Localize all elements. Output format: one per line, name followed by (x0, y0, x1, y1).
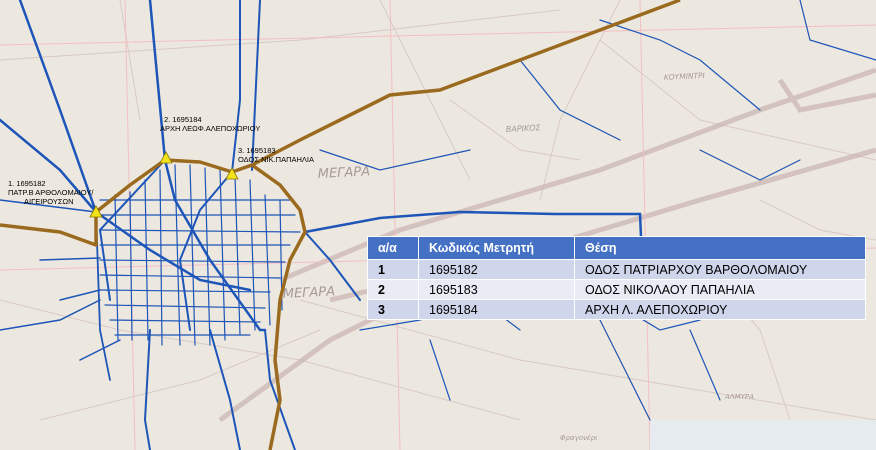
place-label-varikos: ΒΑΡΙΚΟΣ (506, 123, 542, 134)
meter-code: 1695183 (418, 279, 575, 300)
meter-label-line: ΠΑΤΡ.Β ΑΡΘΟΛΟΜΑΙΟΥ/ (8, 188, 94, 197)
meter-location: ΟΔΟΣ ΠΑΤΡΙΑΡΧΟΥ ΒΑΡΘΟΛΟΜΑΙΟΥ (574, 259, 866, 280)
meter-label-line: 2. 1695184 (164, 115, 202, 124)
place-label-almyra: ΑΛΜΥΡΑ (724, 393, 754, 401)
place-label-megara-top: ΜΕΓΑΡΑ (317, 164, 370, 182)
meter-label-line: 3. 1695183 (238, 146, 276, 155)
table-row: 2 1695183 ΟΔΟΣ ΝΙΚΟΛΑΟΥ ΠΑΠΑΗΛΙΑ (367, 279, 866, 300)
meter-label-3: 3. 1695183 ΟΔΟΣ ΝΙΚ.ΠΑΠΑΗΛΙΑ (238, 146, 314, 164)
meter-label-line: ΟΔΟΣ ΝΙΚ.ΠΑΠΑΗΛΙΑ (238, 155, 315, 164)
meter-label-line: ΑΙΓΕΙΡΟΥΣΩΝ (24, 197, 74, 206)
meters-table: α/α Κωδικός Μετρητή Θέση 1 1695182 ΟΔΟΣ … (367, 236, 866, 320)
meter-label-line: ΑΡΧΗ ΛΕΩΦ.ΑΛΕΠΟΧΩΡΙΟΥ (160, 124, 261, 133)
meter-label-2: 2. 1695184 ΑΡΧΗ ΛΕΩΦ.ΑΛΕΠΟΧΩΡΙΟΥ (160, 115, 260, 133)
column-header-location: Θέση (574, 236, 866, 260)
column-header-aa: α/α (367, 236, 419, 260)
meter-label-line: 1. 1695182 (8, 179, 46, 188)
column-header-code: Κωδικός Μετρητή (418, 236, 575, 260)
row-number: 3 (367, 299, 419, 320)
sea-area (650, 420, 876, 450)
row-number: 2 (367, 279, 419, 300)
row-number: 1 (367, 259, 419, 280)
meter-location: ΑΡΧΗ Λ. ΑΛΕΠΟΧΩΡΙΟΥ (574, 299, 866, 320)
meter-code: 1695184 (418, 299, 575, 320)
table-header-row: α/α Κωδικός Μετρητή Θέση (367, 236, 866, 260)
table-row: 3 1695184 ΑΡΧΗ Λ. ΑΛΕΠΟΧΩΡΙΟΥ (367, 299, 866, 320)
table-row: 1 1695182 ΟΔΟΣ ΠΑΤΡΙΑΡΧΟΥ ΒΑΡΘΟΛΟΜΑΙΟΥ (367, 259, 866, 280)
network-map: ΜΕΓΑΡΑ ΜΕΓΑΡΑ ΒΑΡΙΚΟΣ ΚΟΥΜΙΝΤΡΙ ΑΛΜΥΡΑ Φ… (0, 0, 876, 450)
meter-code: 1695182 (418, 259, 575, 280)
meter-label-1: 1. 1695182 ΠΑΤΡ.Β ΑΡΘΟΛΟΜΑΙΟΥ/ ΑΙΓΕΙΡΟΥΣ… (8, 179, 93, 206)
place-label-megara-center: ΜΕΓΑΡΑ (282, 284, 335, 302)
meter-location: ΟΔΟΣ ΝΙΚΟΛΑΟΥ ΠΑΠΑΗΛΙΑ (574, 279, 866, 300)
place-label-fragoneri: Φραγονέρι (560, 434, 598, 442)
